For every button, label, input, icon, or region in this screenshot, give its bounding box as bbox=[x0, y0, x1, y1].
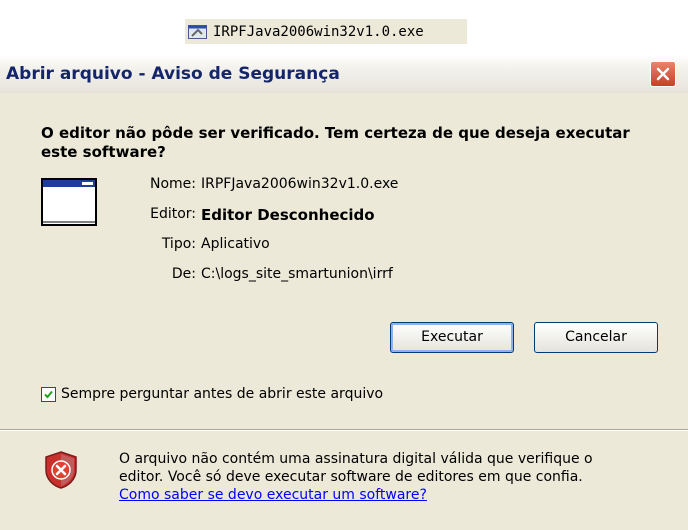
installer-icon bbox=[188, 23, 208, 40]
info-label-editor: Editor: bbox=[150, 206, 196, 222]
run-button[interactable]: Executar bbox=[390, 322, 514, 353]
help-link[interactable]: Como saber se devo executar um software? bbox=[119, 486, 679, 504]
always-ask-option[interactable]: Sempre perguntar antes de abrir este arq… bbox=[41, 386, 383, 402]
warning-line-2: editor. Você só deve executar software d… bbox=[119, 469, 583, 485]
dialog-headline: O editor não pôde ser verificado. Tem ce… bbox=[41, 124, 630, 161]
dialog-titlebar[interactable]: Abrir arquivo - Aviso de Segurança bbox=[0, 55, 688, 93]
info-label-source: De: bbox=[171, 266, 196, 282]
checkmark-icon bbox=[44, 390, 53, 398]
warning-text: O arquivo não contém uma assinatura digi… bbox=[119, 450, 679, 504]
dialog-title: Abrir arquivo - Aviso de Segurança bbox=[6, 64, 340, 84]
separator bbox=[0, 429, 688, 431]
file-name-chip[interactable]: IRPFJava2006win32v1.0.exe bbox=[185, 19, 467, 44]
info-label-name: Nome: bbox=[149, 176, 196, 192]
info-value-type: Aplicativo bbox=[201, 236, 270, 252]
info-label-type: Tipo: bbox=[161, 236, 196, 252]
info-value-source: C:\logs_site_smartunion\irrf bbox=[201, 266, 393, 282]
close-icon bbox=[656, 67, 670, 81]
file-name-label: IRPFJava2006win32v1.0.exe bbox=[213, 23, 424, 40]
security-shield-icon bbox=[43, 450, 79, 490]
cancel-button[interactable]: Cancelar bbox=[534, 322, 658, 353]
warning-line-1: O arquivo não contém uma assinatura digi… bbox=[119, 451, 593, 467]
info-value-name: IRPFJava2006win32v1.0.exe bbox=[201, 176, 399, 192]
info-value-editor: Editor Desconhecido bbox=[201, 206, 375, 224]
security-warning-dialog: Abrir arquivo - Aviso de Segurança O edi… bbox=[0, 55, 688, 530]
close-button[interactable] bbox=[650, 61, 676, 87]
application-window-icon bbox=[41, 178, 97, 226]
always-ask-label: Sempre perguntar antes de abrir este arq… bbox=[61, 386, 384, 402]
always-ask-checkbox[interactable] bbox=[41, 386, 56, 402]
